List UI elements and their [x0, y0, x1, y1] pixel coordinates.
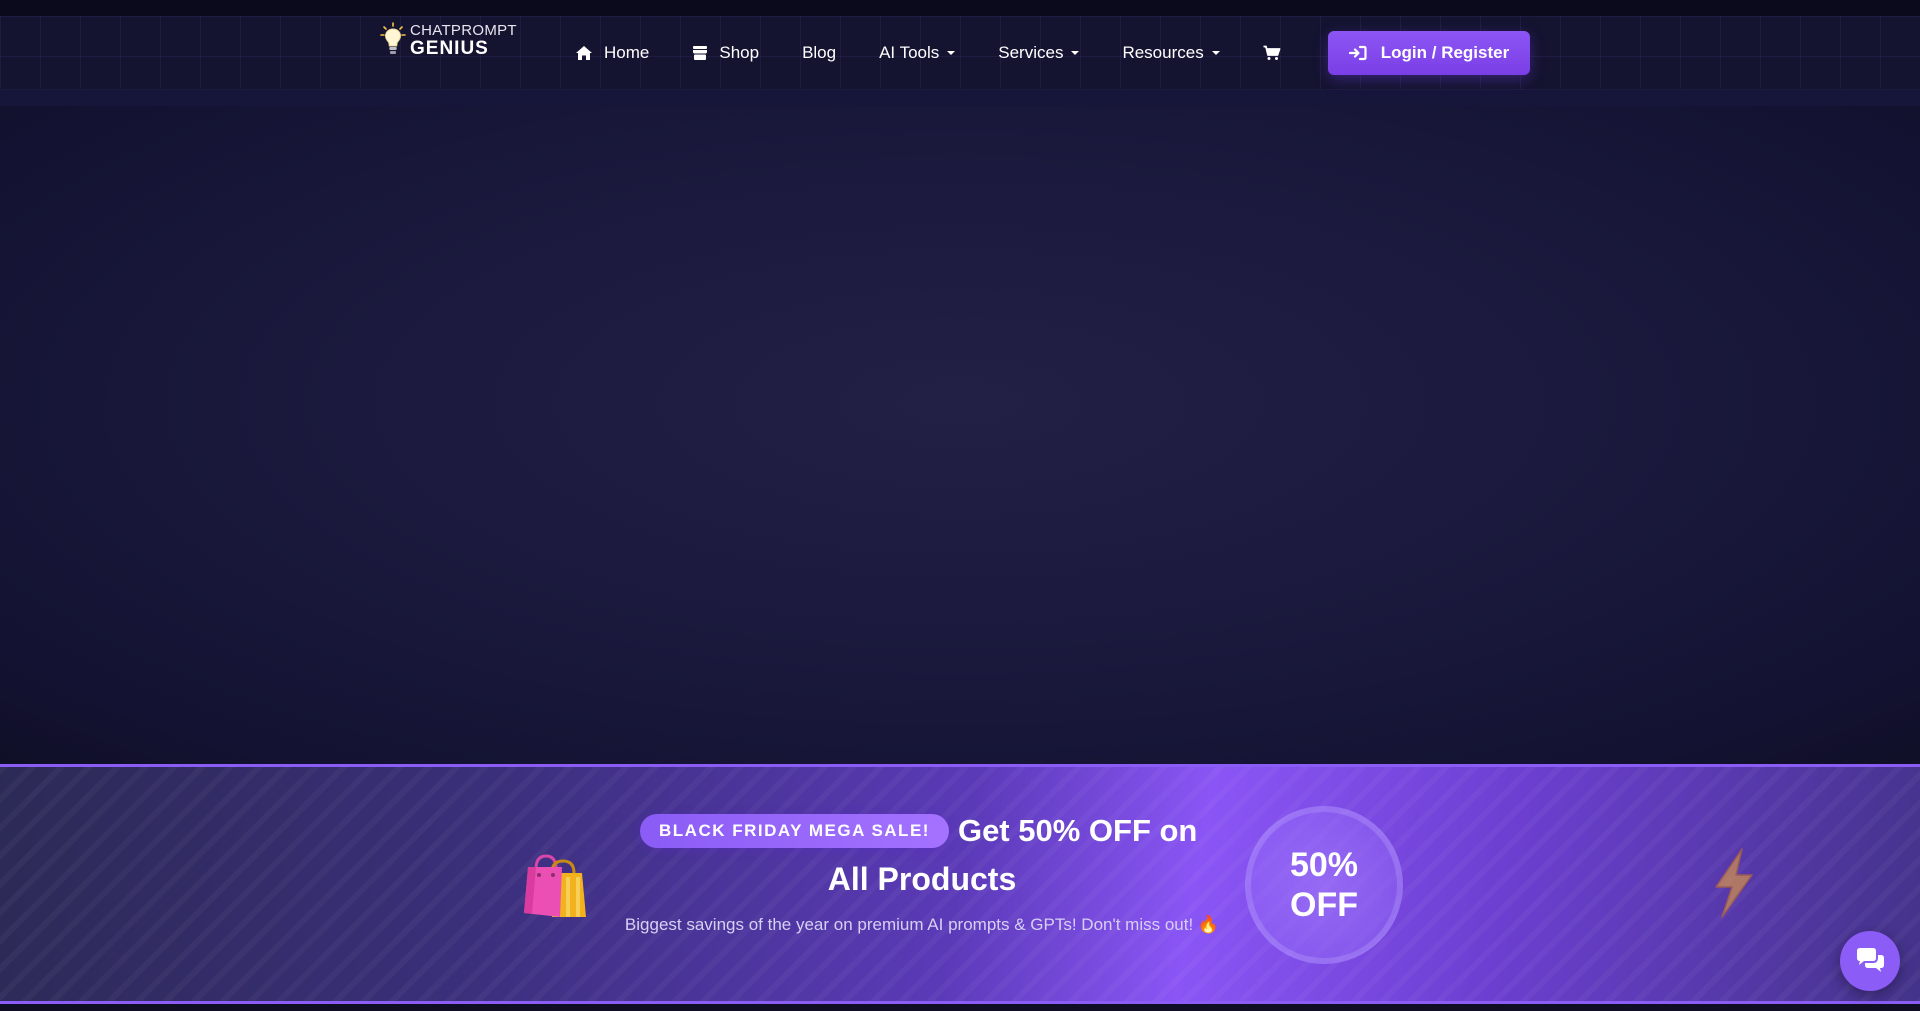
- sale-subtext: Biggest savings of the year on premium A…: [624, 915, 1220, 934]
- home-icon: [576, 46, 592, 60]
- chat-bubbles-icon: [1857, 948, 1884, 972]
- hero-section: [0, 106, 1920, 765]
- sale-badge: BLACK FRIDAY MEGA SALE!: [640, 814, 949, 848]
- nav-resources[interactable]: Resources: [1122, 43, 1220, 63]
- nav-services-label: Services: [998, 43, 1064, 62]
- nav-home-label: Home: [604, 43, 650, 62]
- chevron-down-icon: [947, 51, 956, 55]
- chevron-down-icon: [1071, 51, 1080, 55]
- nav-home[interactable]: Home: [575, 43, 649, 63]
- chevron-down-icon: [1211, 51, 1220, 55]
- nav-shop-label: Shop: [719, 43, 760, 62]
- login-register-label: Login / Register: [1380, 43, 1510, 62]
- nav-shop[interactable]: Shop: [692, 43, 759, 63]
- cart-icon: [1263, 45, 1281, 60]
- store-icon: [693, 46, 708, 60]
- bottom-strip: [0, 1004, 1920, 1011]
- nav-ai-tools-label: AI Tools: [879, 43, 940, 62]
- main-nav: Home Shop Blog AI Tools Services Resourc…: [575, 16, 1292, 90]
- nav-resources-label: Resources: [1122, 43, 1204, 62]
- lightbulb-icon: [380, 22, 406, 54]
- nav-cart[interactable]: [1263, 45, 1292, 61]
- nav-blog[interactable]: Blog: [802, 43, 836, 63]
- top-strip: [0, 0, 1920, 16]
- navbar-shadow: [0, 90, 1920, 106]
- sale-headline-second-line: All Products: [827, 861, 1017, 897]
- sale-headline: Get 50% OFF on: [957, 813, 1198, 848]
- discount-percent: 50%: [1289, 846, 1359, 884]
- nav-services[interactable]: Services: [998, 43, 1080, 63]
- logo-text-top: CHATPROMPT: [410, 21, 517, 39]
- shopping-bags-icon: [524, 854, 586, 917]
- logo-text-bottom: GENIUS: [410, 37, 489, 59]
- chat-button[interactable]: [1840, 931, 1900, 991]
- lightning-icon: [1715, 848, 1753, 918]
- discount-off: OFF: [1290, 886, 1358, 924]
- nav-blog-label: Blog: [802, 43, 837, 62]
- site-logo[interactable]: CHATPROMPT GENIUS: [380, 20, 517, 60]
- sign-in-icon: [1348, 45, 1367, 61]
- sale-headline-row: BLACK FRIDAY MEGA SALE! Get 50% OFF on: [640, 813, 1197, 849]
- login-register-button[interactable]: Login / Register: [1328, 31, 1530, 75]
- discount-circle: 50% OFF: [1245, 806, 1403, 964]
- promo-banner: BLACK FRIDAY MEGA SALE! Get 50% OFF on A…: [0, 764, 1920, 1004]
- nav-ai-tools[interactable]: AI Tools: [879, 43, 956, 63]
